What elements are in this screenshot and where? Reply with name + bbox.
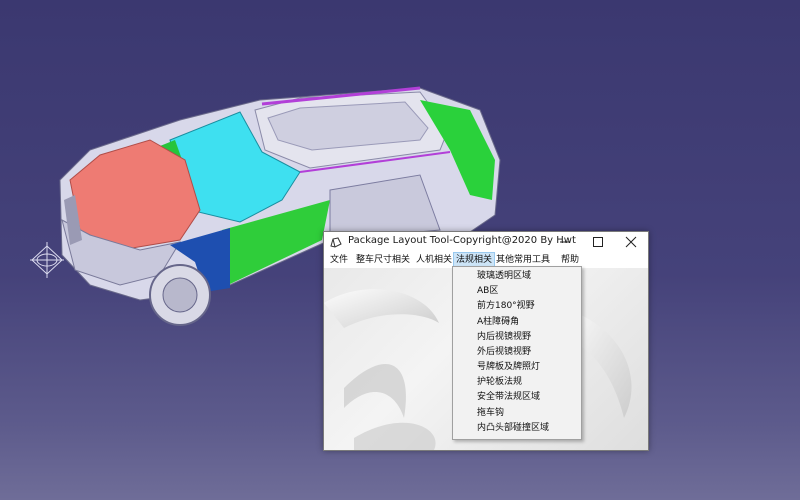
menu-item-interior-mirror-view[interactable]: 内后视镜视野 (477, 330, 531, 345)
menu-item-exterior-mirror-view[interactable]: 外后视镜视野 (477, 345, 531, 360)
menu-help[interactable]: 帮助 (559, 253, 581, 267)
menu-item-head-impact-zone[interactable]: 内凸头部碰撞区域 (477, 421, 549, 436)
minimize-button[interactable] (549, 232, 581, 252)
menu-item-wheel-guard-regulation[interactable]: 护轮板法规 (477, 375, 522, 390)
menu-vehicle-dimensions[interactable]: 整车尺寸相关 (354, 253, 412, 267)
window-title: Package Layout Tool-Copyright@2020 By Hw… (348, 235, 576, 246)
title-bar[interactable]: Package Layout Tool-Copyright@2020 By Hw… (324, 232, 648, 252)
app-icon (330, 237, 342, 248)
menu-item-a-pillar-obstruction[interactable]: A柱障碍角 (477, 315, 519, 330)
maximize-button[interactable] (582, 232, 614, 252)
menu-item-license-plate-lamp[interactable]: 号牌板及牌照灯 (477, 360, 540, 375)
menu-item-front-180-view[interactable]: 前方180°视野 (477, 299, 535, 314)
menu-file[interactable]: 文件 (328, 253, 350, 267)
menu-item-tow-hook[interactable]: 拖车钩 (477, 406, 504, 421)
close-button[interactable] (615, 232, 647, 252)
menu-item-seatbelt-regulation-area[interactable]: 安全带法规区域 (477, 390, 540, 405)
menu-item-ab-zone[interactable]: AB区 (477, 284, 498, 299)
compass-icon[interactable] (28, 240, 66, 280)
menu-item-glass-transparent-area[interactable]: 玻璃透明区域 (477, 269, 531, 284)
menu-ergonomics[interactable]: 人机相关 (414, 253, 454, 267)
menu-other-tools[interactable]: 其他常用工具 (494, 253, 552, 267)
regulations-dropdown: 玻璃透明区域 AB区 前方180°视野 A柱障碍角 内后视镜视野 外后视镜视野 … (452, 266, 582, 440)
